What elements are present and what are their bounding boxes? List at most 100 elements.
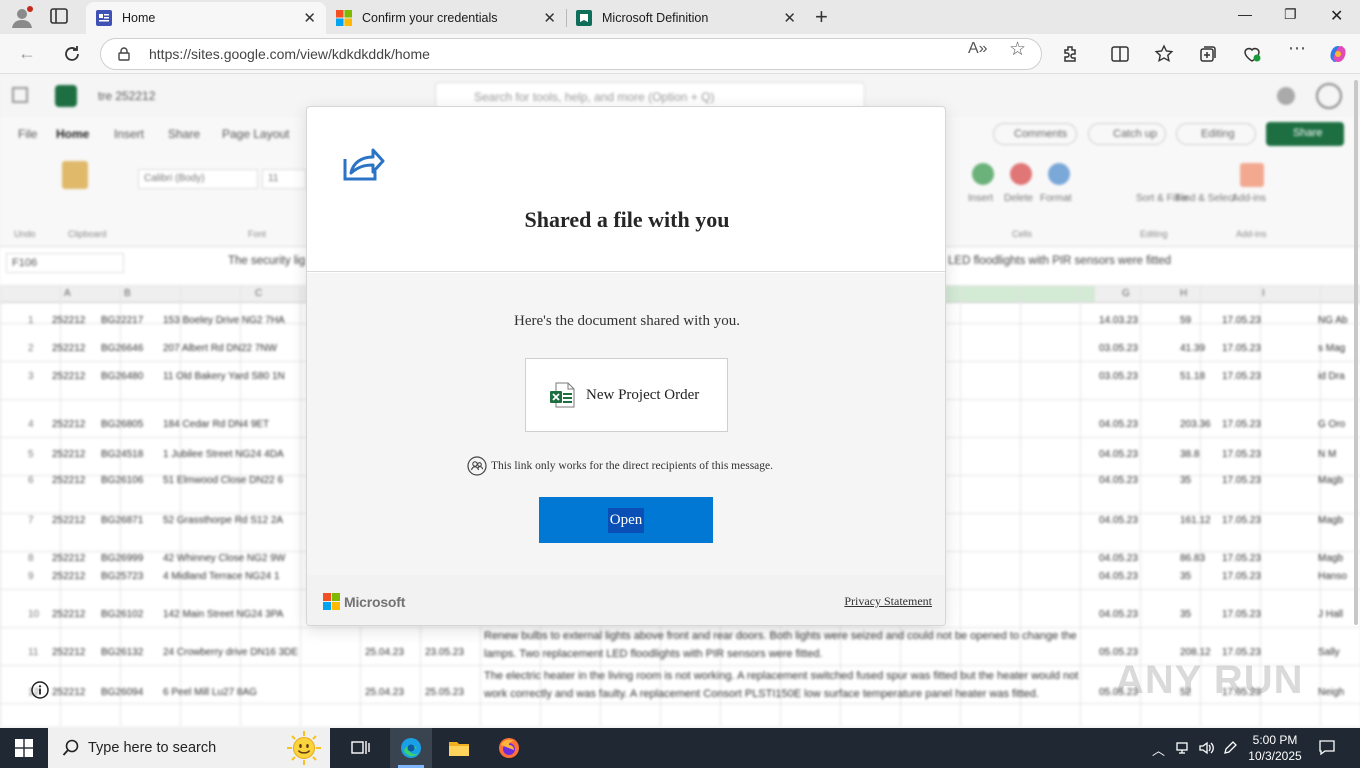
- table-cell: 23.05.23: [425, 647, 464, 658]
- group-cells: Cells: [1012, 229, 1033, 239]
- table-cell: 24 Crowberry drive DN16 3DE: [163, 647, 299, 658]
- table-cell: Magb: [1318, 553, 1344, 564]
- read-aloud-icon[interactable]: A»: [968, 40, 988, 58]
- tab-title: Confirm your credentials: [362, 11, 498, 25]
- table-cell: s Mag: [1318, 343, 1346, 354]
- table-cell: 252212: [52, 515, 86, 526]
- tab-title: Home: [122, 11, 156, 25]
- brand-name: Microsoft: [344, 593, 406, 610]
- privacy-statement-link[interactable]: Privacy Statement: [844, 594, 932, 609]
- font-name-box: Calibri (Body): [138, 169, 258, 189]
- table-cell: 252212: [52, 687, 86, 698]
- tray-overflow-icon[interactable]: ︿: [1152, 740, 1165, 759]
- group-clipboard: Clipboard: [68, 229, 107, 239]
- browser-essentials-icon[interactable]: [1242, 44, 1262, 64]
- firefox-icon[interactable]: [497, 736, 521, 760]
- table-cell: 2: [28, 343, 34, 354]
- close-tab-icon[interactable]: ✕: [543, 9, 556, 27]
- close-tab-icon[interactable]: ✕: [783, 9, 796, 27]
- network-icon[interactable]: [1175, 740, 1191, 756]
- table-cell: 1: [28, 315, 34, 326]
- editing-label: Editing: [1201, 128, 1235, 140]
- table-cell: 3: [28, 371, 34, 382]
- table-cell: 7: [28, 515, 34, 526]
- menu-insert: Insert: [114, 127, 145, 141]
- close-window-icon[interactable]: ✕: [1330, 6, 1343, 26]
- font-size-box: 11: [262, 169, 306, 189]
- table-cell: 04.05.23: [1099, 419, 1138, 430]
- table-cell: 04.05.23: [1099, 553, 1138, 564]
- file-explorer-icon[interactable]: [447, 736, 471, 760]
- table-cell: 252212: [52, 647, 86, 658]
- address-bar[interactable]: https://sites.google.com/view/kdkdkddk/h…: [100, 38, 1042, 70]
- site-info-icon[interactable]: [117, 47, 131, 61]
- table-cell: 51.18: [1180, 371, 1206, 382]
- back-icon[interactable]: ←: [18, 43, 36, 64]
- table-cell: 252212: [52, 475, 86, 486]
- avatar: [1316, 83, 1342, 109]
- table-cell: 04.05.23: [1099, 449, 1138, 460]
- anyrun-watermark: ANY RUN: [1115, 658, 1304, 702]
- comments-label: Comments: [1014, 128, 1068, 140]
- url-text: https://sites.google.com/view/kdkdkddk/h…: [149, 46, 430, 62]
- tab-microsoft-definition[interactable]: Microsoft Definition ✕: [566, 2, 806, 34]
- table-cell: 10: [28, 609, 40, 620]
- favorite-star-icon[interactable]: ☆: [1009, 38, 1026, 61]
- paste-icon: [62, 161, 88, 189]
- table-cell: 03.05.23: [1099, 371, 1138, 382]
- tab-confirm-credentials[interactable]: Confirm your credentials ✕: [326, 2, 566, 34]
- task-view-icon[interactable]: [348, 736, 372, 760]
- restore-icon[interactable]: ❐: [1284, 6, 1297, 23]
- ribbon-add-ins-label: Add-ins: [1232, 193, 1266, 204]
- table-cell: 8: [28, 553, 34, 564]
- table-cell: 5: [28, 449, 34, 460]
- table-cell: id Dra: [1318, 371, 1345, 382]
- collections-icon[interactable]: [1198, 44, 1218, 64]
- refresh-icon[interactable]: [62, 44, 82, 64]
- table-cell: BG25723: [101, 571, 144, 582]
- split-screen-icon[interactable]: [1110, 44, 1130, 64]
- notifications-icon[interactable]: [1318, 738, 1336, 756]
- menu-home: Home: [56, 127, 90, 141]
- table-cell: 252212: [52, 419, 86, 430]
- google-sites-icon: [96, 10, 112, 26]
- tab-home[interactable]: Home ✕: [86, 2, 326, 34]
- edge-browser-icon[interactable]: [399, 736, 423, 760]
- tab-actions-icon[interactable]: [50, 8, 68, 24]
- extensions-icon[interactable]: [1061, 44, 1081, 64]
- taskbar-clock[interactable]: 5:00 PM 10/3/2025: [1245, 732, 1305, 764]
- catch-up-button: Catch up: [1088, 123, 1166, 145]
- dialog-header: Shared a file with you: [307, 107, 945, 272]
- volume-icon[interactable]: [1198, 740, 1216, 756]
- page-scrollbar[interactable]: [1354, 80, 1358, 625]
- open-button[interactable]: Open: [539, 497, 713, 543]
- table-cell: BG26102: [101, 609, 144, 620]
- editing-button: Editing: [1176, 123, 1256, 145]
- dialog-footer: Microsoft Privacy Statement: [307, 575, 945, 625]
- windows-start-icon[interactable]: [15, 739, 33, 757]
- ribbon-find-select-label: Find & Select: [1176, 193, 1236, 204]
- browser-tab-strip: Home ✕ Confirm your credentials ✕ Micros…: [0, 0, 1360, 34]
- table-cell: 35: [1180, 609, 1192, 620]
- add-ins-icon: [1240, 163, 1264, 187]
- table-cell: 252212: [52, 343, 86, 354]
- minimize-icon[interactable]: —: [1238, 6, 1252, 22]
- settings-icon: [1277, 87, 1295, 105]
- copilot-icon[interactable]: [1327, 43, 1349, 65]
- table-cell: BG24518: [101, 449, 144, 460]
- keyboard-pen-icon[interactable]: [1222, 740, 1238, 756]
- taskbar-search-box[interactable]: Type here to search: [48, 728, 330, 768]
- more-options-icon[interactable]: ⋯: [1288, 38, 1306, 59]
- doc-name: tre 252212: [98, 89, 156, 103]
- close-tab-icon[interactable]: ✕: [303, 9, 316, 27]
- shared-file-card[interactable]: New Project Order: [525, 358, 728, 432]
- favorites-icon[interactable]: [1154, 44, 1174, 64]
- catch-up-label: Catch up: [1113, 128, 1158, 140]
- table-cell: 03.05.23: [1099, 343, 1138, 354]
- table-cell: 9: [28, 571, 34, 582]
- table-cell: 38.8: [1180, 449, 1200, 460]
- profile-icon[interactable]: [10, 6, 34, 28]
- new-tab-icon[interactable]: +: [815, 4, 828, 30]
- info-icon[interactable]: [31, 681, 49, 699]
- tab-title: Microsoft Definition: [602, 11, 709, 25]
